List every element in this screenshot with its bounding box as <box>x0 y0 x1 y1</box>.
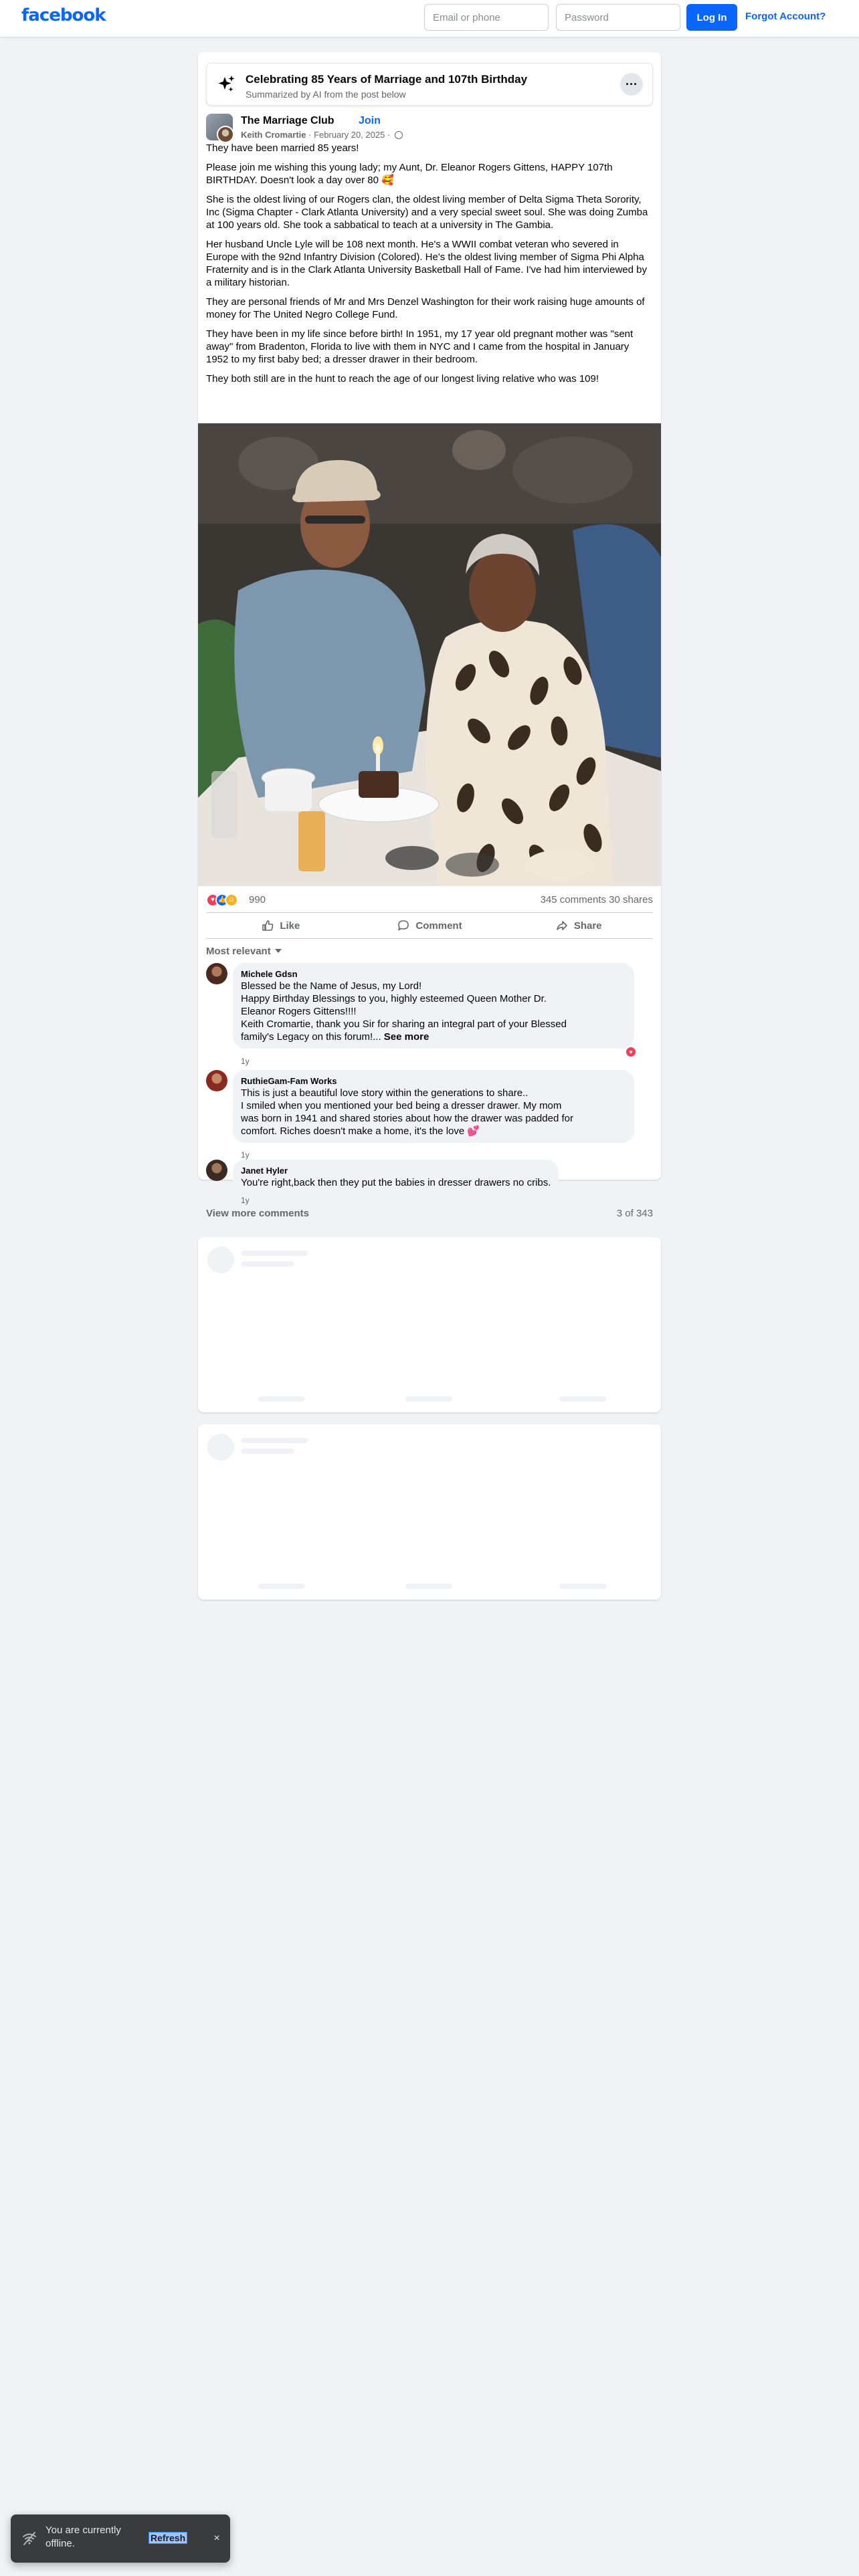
comment-line: Eleanor Rogers Gittens!!!! <box>241 1006 357 1017</box>
photo-illustration <box>198 423 661 886</box>
share-button[interactable]: Share <box>504 913 653 938</box>
commenter-name[interactable]: Janet Hyler <box>241 1165 551 1176</box>
comment-bubble: Michele Gdsn Blessed be the Name of Jesu… <box>233 963 634 1049</box>
care-reaction-icon: ☺ <box>225 893 238 907</box>
skeleton-line <box>241 1261 294 1267</box>
password-input[interactable] <box>556 4 680 31</box>
sort-label: Most relevant <box>206 946 271 957</box>
reaction-icons[interactable]: ♥ 👍 ☺ <box>206 893 246 907</box>
offline-message: You are currently offline. <box>45 2525 121 2549</box>
comments-shares-count[interactable]: 345 comments 30 shares <box>541 894 653 905</box>
commenter-avatar[interactable] <box>206 1070 227 1091</box>
post-header: The Marriage Club Join Keith Cromartie ·… <box>206 114 653 143</box>
skeleton-avatar <box>207 1434 234 1461</box>
skeleton-line <box>258 1396 305 1402</box>
forgot-account-link[interactable]: Forgot Account? <box>745 11 826 22</box>
login-button[interactable]: Log In <box>686 4 737 31</box>
more-options-button[interactable]: ··· <box>620 73 643 96</box>
post-date[interactable]: · February 20, 2025 · <box>306 130 393 140</box>
skeleton-line <box>405 1396 452 1402</box>
post-paragraph: She is the oldest living of our Rogers c… <box>206 194 648 231</box>
thumbs-up-icon <box>262 920 274 931</box>
ai-summary-title: Celebrating 85 Years of Marriage and 107… <box>246 73 528 86</box>
comment-label: Comment <box>415 920 462 932</box>
close-icon[interactable]: × <box>209 2531 225 2547</box>
share-icon <box>557 921 567 930</box>
comment-line: Happy Birthday Blessings to you, highly … <box>241 993 547 1004</box>
post-card: Celebrating 85 Years of Marriage and 107… <box>198 52 661 1205</box>
ai-summary-box[interactable]: Celebrating 85 Years of Marriage and 107… <box>206 63 653 106</box>
skeleton-line <box>258 1584 305 1589</box>
post-photo[interactable] <box>198 423 661 886</box>
comment-line: family's Legacy on this forum!... <box>241 1031 381 1043</box>
top-bar: facebook Log In Forgot Account? <box>0 0 859 37</box>
comment-count-indicator: 3 of 343 <box>616 1208 653 1219</box>
reaction-bar: ♥ 👍 ☺ 990 345 comments 30 shares <box>206 891 653 911</box>
comment-time[interactable]: 1y <box>241 1150 250 1160</box>
post-meta: Keith Cromartie · February 20, 2025 · <box>241 130 403 140</box>
post-paragraph: They are personal friends of Mr and Mrs … <box>206 296 645 320</box>
post-paragraph: They have been married 85 years! <box>206 142 359 154</box>
post-paragraph: Her husband Uncle Lyle will be 108 next … <box>206 239 647 288</box>
author-name[interactable]: Keith Cromartie <box>241 130 306 140</box>
skeleton-line <box>559 1396 606 1402</box>
comment-bubble: Janet Hyler You're right,back then they … <box>233 1160 559 1194</box>
comment-time[interactable]: 1y <box>241 1057 250 1066</box>
share-label: Share <box>573 920 602 932</box>
love-reaction-icon[interactable]: ♥ <box>625 1046 637 1058</box>
comment-bubble: RuthieGam-Fam Works This is just a beaut… <box>233 1070 634 1143</box>
comment-line: was born in 1941 and shared stories abou… <box>241 1113 573 1124</box>
post-text: They have been married 85 years! Please … <box>206 142 653 392</box>
comment-sort-dropdown[interactable]: Most relevant <box>206 946 282 957</box>
commenter-name[interactable]: RuthieGam-Fam Works <box>241 1075 626 1087</box>
comment-line: comfort. Riches doesn't make a home, it'… <box>241 1125 480 1137</box>
offline-toast: You are currently offline. Refresh × <box>11 2514 230 2563</box>
globe-icon <box>394 131 403 139</box>
loading-post-placeholder <box>198 1237 661 1412</box>
email-input[interactable] <box>424 4 549 31</box>
skeleton-line <box>241 1448 294 1454</box>
see-more-link[interactable]: See more <box>384 1031 430 1043</box>
ai-summary-subtitle: Summarized by AI from the post below <box>246 89 406 100</box>
sparkle-icon <box>218 76 235 92</box>
commenter-avatar[interactable] <box>206 1160 227 1181</box>
comment-line: Keith Cromartie, thank you Sir for shari… <box>241 1018 567 1030</box>
comment-icon <box>398 920 409 931</box>
skeleton-line <box>241 1438 308 1443</box>
post-paragraph: Please join me wishing this young lady; … <box>206 162 613 186</box>
commenter-avatar[interactable] <box>206 963 227 984</box>
skeleton-line <box>405 1584 452 1589</box>
comment-line: Blessed be the Name of Jesus, my Lord! <box>241 980 422 992</box>
skeleton-avatar <box>207 1247 234 1273</box>
loading-post-placeholder <box>198 1424 661 1600</box>
comment-line: You're right,back then they put the babi… <box>241 1177 551 1188</box>
chevron-down-icon <box>274 949 282 953</box>
comment-button[interactable]: Comment <box>355 913 504 938</box>
post-actions: Like Comment Share <box>206 912 653 939</box>
comment-line: I smiled when you mentioned your bed bei… <box>241 1100 562 1111</box>
reaction-count[interactable]: 990 <box>249 894 266 905</box>
post-paragraph: They both still are in the hunt to reach… <box>206 373 599 385</box>
skeleton-line <box>559 1584 606 1589</box>
like-label: Like <box>280 920 300 932</box>
group-name[interactable]: The Marriage Club <box>241 115 335 127</box>
wifi-off-icon <box>23 2532 36 2545</box>
comment-line: This is just a beautiful love story with… <box>241 1087 529 1099</box>
facebook-logo[interactable]: facebook <box>21 5 106 25</box>
view-more-comments-link[interactable]: View more comments <box>206 1208 309 1219</box>
post-paragraph: They have been in my life since before b… <box>206 328 634 365</box>
comment-time[interactable]: 1y <box>241 1196 250 1205</box>
author-avatar[interactable] <box>217 126 234 143</box>
skeleton-line <box>241 1251 308 1256</box>
join-group-link[interactable]: Join <box>359 115 381 127</box>
like-button[interactable]: Like <box>206 913 355 938</box>
refresh-link[interactable]: Refresh <box>149 2532 188 2544</box>
commenter-name[interactable]: Michele Gdsn <box>241 968 626 980</box>
